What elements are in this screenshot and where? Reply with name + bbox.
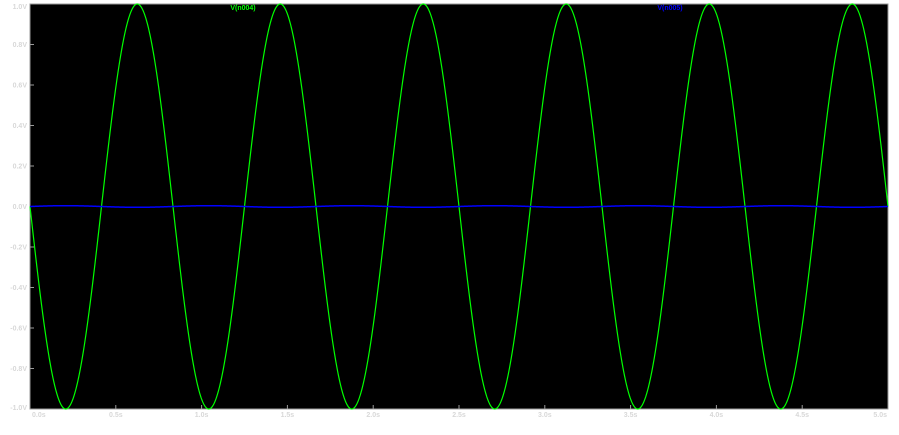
x-tick-label: 1.5s: [281, 412, 295, 419]
x-tick-label: 2.5s: [452, 412, 466, 419]
y-tick-label: -0.6V: [10, 326, 27, 333]
legend-entry: V(n005): [657, 5, 682, 12]
y-tick-label: -0.2V: [10, 245, 27, 252]
x-tick-label: 0.0s: [32, 412, 46, 419]
y-tick-label: 1.0V: [13, 4, 28, 11]
y-tick-label: 0.2V: [13, 164, 28, 171]
waveform-chart: 0.0s 0.5s 1.0s 1.5s 2.0s 2.5s 3.0s 3.5s 4.0s 4.5s…: [10, 3, 889, 419]
legend-entry: V(n004): [230, 5, 255, 12]
x-tick-label: 1.0s: [195, 412, 209, 419]
x-tick-label: 3.0s: [538, 412, 552, 419]
y-tick-label: -0.4V: [10, 285, 27, 292]
plot-frame: 0.0s 0.5s 1.0s 1.5s 2.0s 2.5s 3.0s 3.5s 4.0s 4.5s…: [0, 0, 899, 435]
x-tick-label: 2.0s: [366, 412, 380, 419]
y-tick-label: -0.8V: [10, 366, 27, 373]
y-tick-label: 0.8V: [13, 42, 28, 49]
y-tick-label: 0.0V: [13, 204, 28, 211]
y-tick-label: -1.0V: [10, 405, 27, 412]
x-tick-label: 3.5s: [624, 412, 638, 419]
y-tick-label: 0.6V: [13, 83, 28, 90]
x-tick-label: 4.0s: [710, 412, 724, 419]
y-tick-label: 0.4V: [13, 123, 28, 130]
x-tick-label: 4.5s: [795, 412, 809, 419]
x-tick-label: 0.5s: [109, 412, 123, 419]
x-tick-label: 5.0s: [873, 412, 887, 419]
